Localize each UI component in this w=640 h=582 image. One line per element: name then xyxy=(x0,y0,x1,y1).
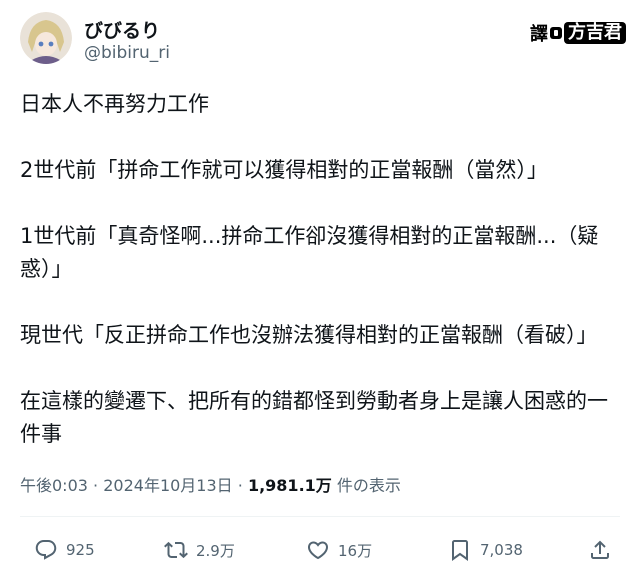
action-bar: 925 2.9万 16万 7,038 xyxy=(20,538,620,566)
post-date[interactable]: 2024年10月13日 xyxy=(103,476,232,495)
meta-separator: · xyxy=(93,476,99,495)
reply-count: 925 xyxy=(66,541,95,559)
like-button[interactable]: 16万 xyxy=(306,538,372,562)
repost-icon xyxy=(164,541,188,559)
user-handle[interactable]: @bibiru_ri xyxy=(84,43,170,63)
bookmark-count: 7,038 xyxy=(480,541,523,559)
user-display-name[interactable]: びびるり xyxy=(84,16,160,43)
post-paragraph: 現世代「反正拼命工作也沒辦法獲得相對的正當報酬（看破）」 xyxy=(20,323,598,347)
reply-button[interactable]: 925 xyxy=(34,538,95,562)
watermark-dot-icon xyxy=(550,27,562,39)
meta-separator: · xyxy=(237,476,243,495)
like-count: 16万 xyxy=(338,541,373,560)
repost-count: 2.9万 xyxy=(196,541,235,560)
share-button[interactable] xyxy=(588,538,612,562)
post-paragraph: 在這樣的變遷下、把所有的錯都怪到勞動者身上是讓人困惑的一件事 xyxy=(20,389,608,446)
like-icon xyxy=(307,541,329,560)
watermark-prefix: 譯 xyxy=(530,24,548,45)
watermark-brand: 方吉君 xyxy=(564,22,626,44)
post-header: びびるり @bibiru_ri 譯 方吉君 xyxy=(20,12,626,72)
post-metadata: 午後0:03 · 2024年10月13日 · 1,981.1万 件の表示 xyxy=(20,472,401,496)
post-time[interactable]: 午後0:03 xyxy=(20,476,88,495)
post-paragraph: 2世代前「拼命工作就可以獲得相對的正當報酬（當然）」 xyxy=(20,158,548,182)
post-paragraph: 日本人不再努力工作 xyxy=(20,92,209,116)
views-label: 件の表示 xyxy=(336,476,401,495)
views-count: 1,981.1万 xyxy=(247,476,332,495)
bookmark-icon xyxy=(452,540,468,561)
avatar[interactable] xyxy=(20,12,72,64)
post-paragraph: 1世代前「真奇怪啊...拼命工作卻沒獲得相對的正當報酬...（疑惑）」 xyxy=(20,224,599,281)
reply-icon xyxy=(35,540,57,560)
translator-watermark: 譯 方吉君 xyxy=(530,20,626,46)
share-icon xyxy=(591,540,609,559)
bookmark-button[interactable]: 7,038 xyxy=(448,538,523,562)
repost-button[interactable]: 2.9万 xyxy=(164,538,235,562)
divider xyxy=(20,516,620,517)
post-text: 日本人不再努力工作 2世代前「拼命工作就可以獲得相對的正當報酬（當然）」 1世代… xyxy=(20,88,620,484)
